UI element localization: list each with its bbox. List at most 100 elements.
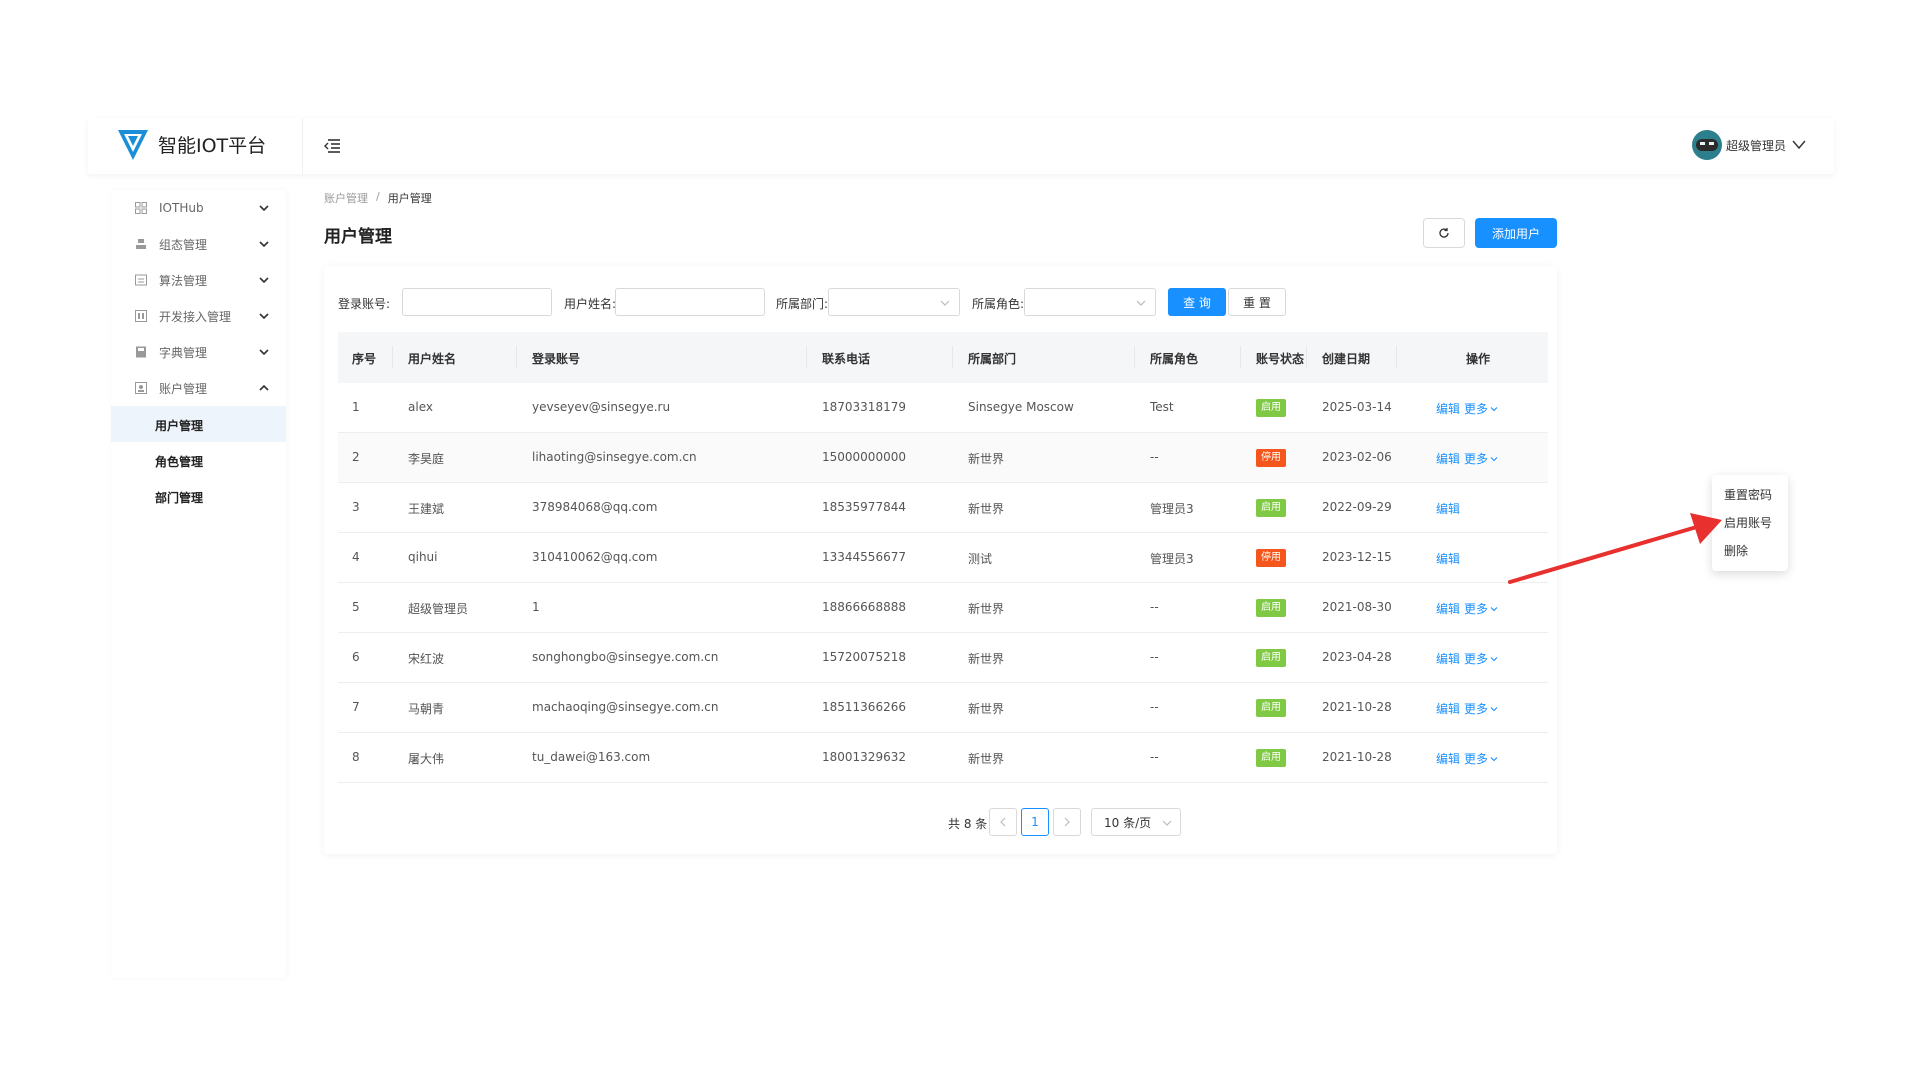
sidebar-subitem-role-management[interactable]: 角色管理 xyxy=(111,442,286,478)
page-size-select[interactable]: 10 条/页 xyxy=(1091,808,1181,836)
cell-date: 2021-10-28 xyxy=(1322,700,1392,714)
cell-department: 新世界 xyxy=(968,452,1005,466)
user-name-input[interactable] xyxy=(615,288,765,316)
enable-account-option[interactable]: 启用账号 xyxy=(1712,509,1788,537)
login-account-label: 登录账号: xyxy=(338,297,391,311)
cell-phone: 18535977844 xyxy=(822,500,906,514)
logo-icon xyxy=(118,130,148,160)
sidebar-item-iothub[interactable]: IOTHub xyxy=(111,190,286,226)
cell-department: 新世界 xyxy=(968,752,1005,766)
sidebar-subitem-department-management[interactable]: 部门管理 xyxy=(111,478,286,514)
role-select[interactable] xyxy=(1024,288,1156,316)
cell-department: 新世界 xyxy=(968,652,1005,666)
cell-date: 2023-02-06 xyxy=(1322,450,1392,464)
status-badge: 停用 xyxy=(1256,549,1286,567)
edit-link[interactable]: 编辑 xyxy=(1436,650,1460,667)
header-divider xyxy=(302,118,303,174)
page-button[interactable]: 1 xyxy=(1021,808,1049,836)
add-user-button[interactable]: 添加用户 xyxy=(1475,218,1557,248)
cell-no: 3 xyxy=(352,500,360,514)
pagination: 共 8 条 1 10 条/页 xyxy=(324,808,1557,836)
cell-phone: 18866668888 xyxy=(822,600,906,614)
row-actions: 编辑 更多 xyxy=(1436,600,1498,617)
sidebar-subitem-user-management[interactable]: 用户管理 xyxy=(111,406,286,442)
chevron-down-icon xyxy=(940,300,950,306)
more-dropdown-trigger[interactable]: 更多 xyxy=(1464,450,1498,467)
table-row: 8 屠大伟 tu_dawei@163.com 18001329632 新世界 -… xyxy=(338,733,1548,783)
more-label: 更多 xyxy=(1464,752,1489,766)
layers-icon xyxy=(136,239,146,249)
chevron-left-icon xyxy=(1000,817,1006,827)
cell-date: 2021-10-28 xyxy=(1322,750,1392,764)
cell-no: 7 xyxy=(352,700,360,714)
chevron-down-icon xyxy=(1490,756,1498,761)
header-divider xyxy=(952,346,953,368)
next-page-button[interactable] xyxy=(1053,808,1081,836)
sidebar-item-label: 开发接入管理 xyxy=(159,309,232,324)
cell-name: 王建斌 xyxy=(408,502,445,516)
edit-link[interactable]: 编辑 xyxy=(1436,450,1460,467)
cell-account: machaoqing@sinsegye.com.cn xyxy=(532,700,719,714)
more-dropdown-trigger[interactable]: 更多 xyxy=(1464,700,1498,717)
row-actions: 编辑 更多 xyxy=(1436,450,1498,467)
prev-page-button[interactable] xyxy=(989,808,1017,836)
table-row: 7 马朝青 machaoqing@sinsegye.com.cn 1851136… xyxy=(338,683,1548,733)
table-row: 2 李昊庭 lihaoting@sinsegye.com.cn 15000000… xyxy=(338,433,1548,483)
sidebar-item-label: 算法管理 xyxy=(159,273,208,288)
department-select[interactable] xyxy=(828,288,960,316)
more-dropdown-trigger[interactable]: 更多 xyxy=(1464,750,1498,767)
user-menu[interactable]: 超级管理员 xyxy=(1691,130,1806,160)
edit-link[interactable]: 编辑 xyxy=(1436,750,1460,767)
cell-phone: 15720075218 xyxy=(822,650,906,664)
user-name-label: 用户姓名: xyxy=(564,297,617,311)
status-badge: 启用 xyxy=(1256,699,1286,717)
header-phone: 联系电话 xyxy=(822,352,871,366)
sidebar-item-label: 账户管理 xyxy=(159,381,208,396)
cell-phone: 18703318179 xyxy=(822,400,906,414)
menu-fold-icon[interactable] xyxy=(322,136,342,156)
breadcrumb: 账户管理 / 用户管理 xyxy=(324,190,432,206)
reset-password-option[interactable]: 重置密码 xyxy=(1712,481,1788,509)
more-dropdown-trigger[interactable]: 更多 xyxy=(1464,400,1498,417)
cell-account: 310410062@qq.com xyxy=(532,550,658,564)
cell-name: 宋红波 xyxy=(408,652,445,666)
more-dropdown-trigger[interactable]: 更多 xyxy=(1464,600,1498,617)
user-name: 超级管理员 xyxy=(1725,138,1786,153)
sidebar-subitem-label: 角色管理 xyxy=(155,455,204,469)
cell-department: 新世界 xyxy=(968,702,1005,716)
cell-role: Test xyxy=(1150,400,1174,414)
cell-no: 5 xyxy=(352,600,360,614)
query-button[interactable]: 查 询 xyxy=(1168,288,1226,316)
header-department: 所属部门 xyxy=(968,352,1017,366)
header-no: 序号 xyxy=(352,352,377,366)
cell-name: 超级管理员 xyxy=(408,602,469,616)
edit-link[interactable]: 编辑 xyxy=(1436,600,1460,617)
chevron-down-icon xyxy=(1136,300,1146,306)
sidebar-item-dictionary[interactable]: 字典管理 xyxy=(111,334,286,370)
refresh-button[interactable] xyxy=(1423,218,1465,248)
content-card: 登录账号: 用户姓名: 所属部门: 所属角色: 查 询 重 置 序号 用户姓名 … xyxy=(324,266,1557,854)
edit-link[interactable]: 编辑 xyxy=(1436,700,1460,717)
cell-account: lihaoting@sinsegye.com.cn xyxy=(532,450,697,464)
dev-access-icon xyxy=(135,310,147,322)
row-actions: 编辑 更多 xyxy=(1436,700,1498,717)
more-dropdown-trigger[interactable]: 更多 xyxy=(1464,650,1498,667)
sidebar-subitem-label: 部门管理 xyxy=(155,491,204,505)
edit-link[interactable]: 编辑 xyxy=(1436,550,1460,567)
sidebar-item-algorithm[interactable]: 算法管理 xyxy=(111,262,286,298)
header-divider xyxy=(392,346,393,368)
cell-name: 屠大伟 xyxy=(408,752,445,766)
sidebar-item-account[interactable]: 账户管理 xyxy=(111,370,286,406)
cell-phone: 18511366266 xyxy=(822,700,906,714)
edit-link[interactable]: 编辑 xyxy=(1436,500,1460,517)
cell-name: 马朝青 xyxy=(408,702,445,716)
cell-role: -- xyxy=(1150,600,1159,614)
delete-option[interactable]: 删除 xyxy=(1712,537,1788,565)
login-account-input[interactable] xyxy=(402,288,552,316)
reset-button[interactable]: 重 置 xyxy=(1228,288,1286,316)
sidebar-item-configuration[interactable]: 组态管理 xyxy=(111,226,286,262)
sidebar-item-dev-access[interactable]: 开发接入管理 xyxy=(111,298,286,334)
cell-role: -- xyxy=(1150,700,1159,714)
breadcrumb-parent[interactable]: 账户管理 xyxy=(324,190,368,206)
edit-link[interactable]: 编辑 xyxy=(1436,400,1460,417)
